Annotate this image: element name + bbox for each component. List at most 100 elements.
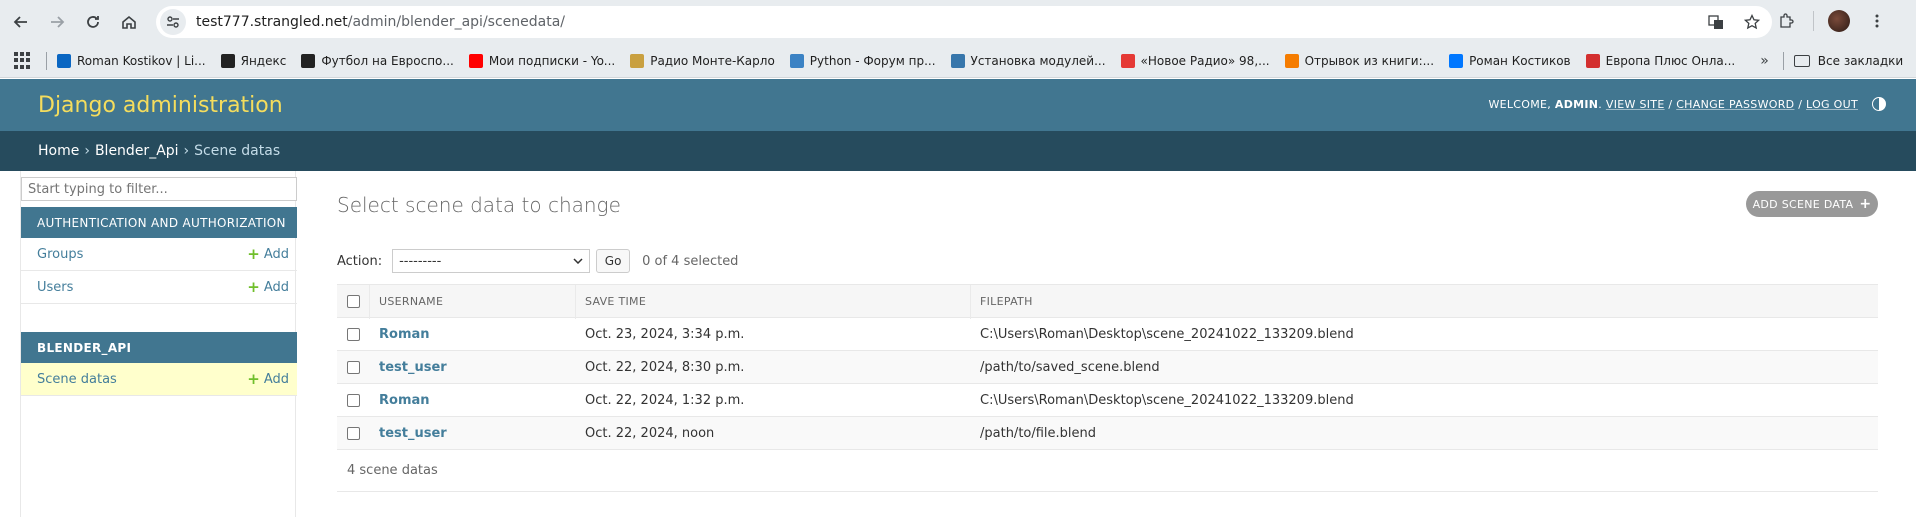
column-divider — [369, 285, 370, 319]
all-bookmarks-label: Все закладки — [1817, 53, 1904, 68]
row-username-link[interactable]: test_user — [379, 426, 447, 441]
apps-grid-icon[interactable] — [14, 51, 32, 70]
result-list-table: USERNAME SAVE TIME FILEPATH Roman Oct. 2… — [337, 284, 1878, 450]
column-header-filepath[interactable]: FILEPATH — [980, 295, 1033, 308]
bookmark-item[interactable]: Футбол на Евроспо... — [301, 53, 454, 68]
row-checkbox[interactable] — [347, 393, 360, 407]
sidebar-item-label[interactable]: Scene datas — [37, 372, 117, 387]
module-caption-auth[interactable]: AUTHENTICATION AND AUTHORIZATION — [21, 207, 297, 238]
add-groups-link[interactable]: + Add — [247, 245, 289, 263]
add-label: Add — [263, 246, 289, 262]
bookmark-favicon-icon — [1120, 53, 1135, 68]
sidebar-item-users[interactable]: Users + Add — [21, 271, 297, 304]
action-label: Action: — [337, 253, 383, 269]
bookmark-item[interactable]: Радио Монте-Карло — [630, 53, 775, 68]
extensions-icon[interactable] — [1773, 8, 1799, 34]
reload-icon[interactable] — [80, 9, 106, 35]
sidebar-item-scene-datas[interactable]: Scene datas + Add — [21, 363, 297, 396]
bookmark-favicon-icon — [468, 53, 483, 68]
toolbar-divider — [1813, 11, 1814, 31]
column-header-save-time[interactable]: SAVE TIME — [585, 295, 646, 308]
select-all-checkbox[interactable] — [347, 294, 360, 308]
row-filepath: C:\Users\Roman\Desktop\scene_20241022_13… — [980, 326, 1354, 342]
bookmark-label: Яндекс — [240, 53, 287, 68]
log-out-link[interactable]: LOG OUT — [1806, 98, 1858, 111]
bookmark-label: Python - Форум пр... — [809, 53, 936, 68]
bookmark-item[interactable]: Отрывок из книги:... — [1284, 53, 1434, 68]
selected-count: 0 of 4 selected — [642, 253, 739, 269]
bookmark-favicon-icon — [1284, 53, 1299, 68]
add-scene-datas-link[interactable]: + Add — [247, 370, 289, 388]
column-header-username[interactable]: USERNAME — [379, 295, 443, 308]
sidebar-item-label[interactable]: Groups — [37, 247, 83, 262]
change-password-link[interactable]: CHANGE PASSWORD — [1676, 98, 1794, 111]
browser-toolbar: test777.strangled.net/admin/blender_api/… — [0, 0, 1916, 44]
breadcrumb-app[interactable]: Blender_Api — [95, 143, 179, 159]
row-filepath: /path/to/file.blend — [980, 425, 1097, 441]
forward-icon[interactable] — [44, 9, 70, 35]
url-text[interactable]: test777.strangled.net/admin/blender_api/… — [196, 14, 565, 30]
bookmark-label: Футбол на Евроспо... — [321, 53, 454, 68]
row-save-time: Oct. 22, 2024, 1:32 p.m. — [585, 392, 745, 408]
bookmark-star-icon[interactable] — [1740, 10, 1764, 34]
bookmark-item[interactable]: Европа Плюс Онла... — [1585, 53, 1735, 68]
row-save-time: Oct. 23, 2024, 3:34 p.m. — [585, 326, 745, 342]
bookmarks-divider-2 — [1782, 51, 1784, 70]
bookmark-item[interactable]: Roman Kostikov | Li... — [57, 53, 206, 68]
bookmark-item[interactable]: Мои подписки - Yo... — [468, 53, 616, 68]
view-site-link[interactable]: VIEW SITE — [1606, 98, 1665, 111]
nav-sidebar: AUTHENTICATION AND AUTHORIZATION Groups … — [20, 171, 297, 517]
nav-filter-input[interactable] — [21, 177, 297, 201]
bookmark-label: Установка модулей... — [970, 53, 1106, 68]
breadcrumb-home[interactable]: Home — [38, 143, 79, 159]
theme-toggle-icon[interactable] — [1872, 97, 1886, 111]
all-bookmarks-folder[interactable]: Все закладки — [1793, 53, 1904, 68]
bookmark-item[interactable]: «Новое Радио» 98,... — [1120, 53, 1270, 68]
back-icon[interactable] — [8, 9, 34, 35]
row-checkbox[interactable] — [347, 426, 360, 440]
bookmark-item[interactable]: Python - Форум пр... — [789, 53, 936, 68]
row-username-link[interactable]: test_user — [379, 360, 447, 375]
address-bar[interactable]: test777.strangled.net/admin/blender_api/… — [156, 6, 1772, 38]
sidebar-item-label[interactable]: Users — [37, 280, 73, 295]
plus-icon: + — [1859, 196, 1872, 212]
site-settings-icon[interactable] — [160, 9, 186, 35]
more-bookmarks-chevron[interactable]: » — [1760, 53, 1769, 69]
bookmark-favicon-icon — [789, 53, 804, 68]
admin-header: Django administration WELCOME, ADMIN. VI… — [0, 79, 1916, 131]
add-button-label: ADD SCENE DATA — [1752, 197, 1854, 211]
action-select[interactable]: --------- — [392, 249, 591, 273]
bookmark-label: Радио Монте-Карло — [650, 53, 775, 68]
add-users-link[interactable]: + Add — [247, 278, 289, 296]
bookmark-item[interactable]: Яндекс — [220, 53, 287, 68]
go-button[interactable]: Go — [596, 249, 631, 273]
breadcrumb-sep: › — [84, 143, 90, 159]
table-row: Roman Oct. 22, 2024, 1:32 p.m. C:\Users\… — [337, 384, 1878, 417]
paginator: 4 scene datas — [337, 450, 1878, 492]
row-username-link[interactable]: Roman — [379, 327, 430, 342]
home-icon[interactable] — [116, 9, 142, 35]
bookmark-favicon-icon — [301, 53, 316, 68]
bookmark-item[interactable]: Роман Костиков — [1449, 53, 1571, 68]
url-path: /admin/blender_api/scenedata/ — [347, 14, 565, 30]
bookmark-label: Роман Костиков — [1469, 53, 1571, 68]
bookmark-favicon-icon — [950, 53, 965, 68]
profile-avatar[interactable] — [1828, 10, 1850, 32]
row-checkbox[interactable] — [347, 360, 360, 374]
menu-kebab-icon[interactable] — [1864, 8, 1890, 34]
translate-icon[interactable] — [1704, 10, 1728, 34]
breadcrumb-current: Scene datas — [194, 143, 281, 159]
breadcrumb-sep: › — [183, 143, 190, 159]
bookmark-favicon-icon — [57, 53, 71, 68]
row-username-link[interactable]: Roman — [379, 393, 430, 408]
bookmark-item[interactable]: Установка модулей... — [950, 53, 1106, 68]
user-tools-sep: / — [1798, 97, 1803, 111]
bookmark-label: Roman Kostikov | Li... — [77, 53, 206, 68]
add-scene-data-button[interactable]: ADD SCENE DATA + — [1746, 191, 1878, 217]
site-branding[interactable]: Django administration — [38, 93, 283, 118]
module-caption-blender-api[interactable]: BLENDER_API — [21, 332, 297, 363]
user-tools: WELCOME, ADMIN. VIEW SITE / CHANGE PASSW… — [1488, 97, 1886, 111]
row-checkbox[interactable] — [347, 327, 360, 341]
sidebar-item-groups[interactable]: Groups + Add — [21, 238, 297, 271]
bookmark-label: Мои подписки - Yo... — [488, 53, 616, 68]
